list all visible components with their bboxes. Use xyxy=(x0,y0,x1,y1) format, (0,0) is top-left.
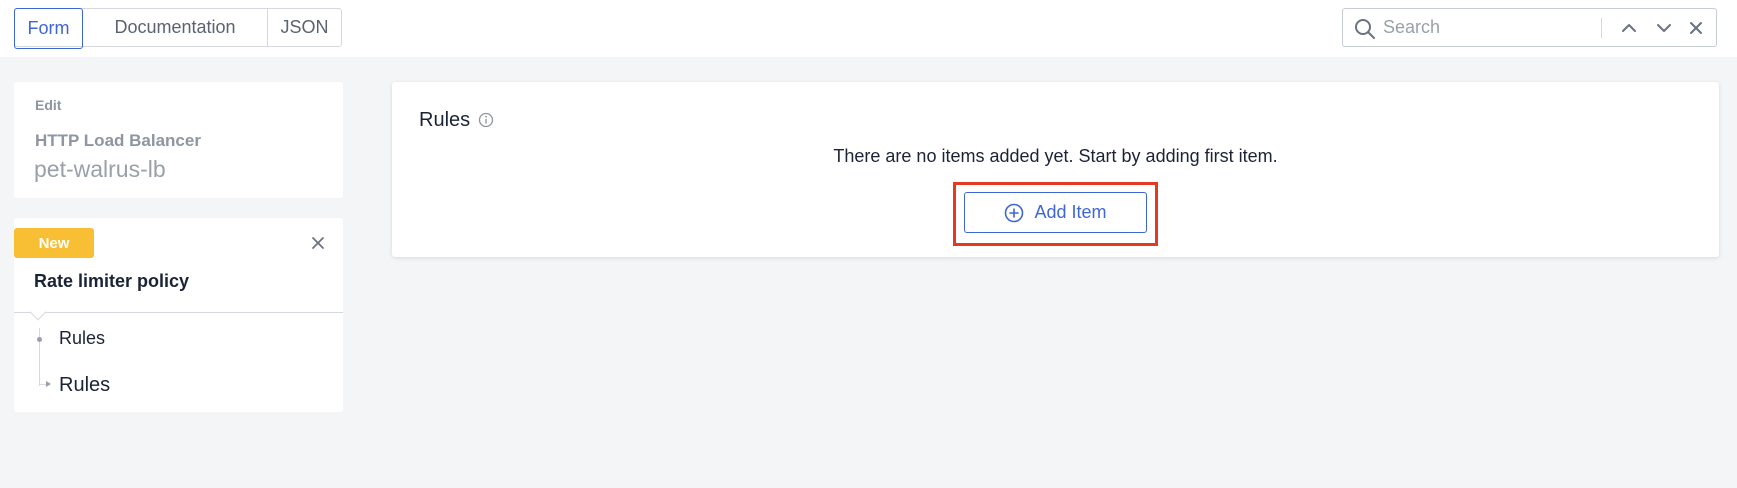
info-icon[interactable] xyxy=(478,112,494,128)
nav-item-rules[interactable]: Rules xyxy=(59,328,105,349)
view-tabs: Form Documentation JSON xyxy=(14,8,342,49)
chevron-down-icon xyxy=(1657,24,1671,32)
close-icon[interactable] xyxy=(310,235,326,251)
policy-title: Rate limiter policy xyxy=(34,271,190,291)
add-item-label: Add Item xyxy=(1034,202,1107,222)
tree-arrow-icon xyxy=(46,381,51,387)
close-icon xyxy=(1690,22,1702,34)
search-divider xyxy=(1601,18,1602,38)
search-previous-button[interactable] xyxy=(1618,17,1640,39)
top-bar: Form Documentation JSON xyxy=(0,0,1737,57)
tab-documentation[interactable]: Documentation xyxy=(83,9,268,46)
plus-circle-icon xyxy=(1005,203,1024,222)
edit-card: Edit HTTP Load Balancer pet-walrus-lb xyxy=(14,82,343,198)
edit-label: Edit xyxy=(35,97,62,113)
search-input[interactable] xyxy=(1383,15,1737,39)
empty-state-message: There are no items added yet. Start by a… xyxy=(833,146,1278,166)
object-name: pet-walrus-lb xyxy=(34,156,166,182)
rules-card: Rules There are no items added yet. Star… xyxy=(392,82,1719,257)
nav-item-rules-active[interactable]: Rules xyxy=(59,374,110,397)
tree-dot-icon xyxy=(37,337,42,342)
object-type: HTTP Load Balancer xyxy=(35,131,201,150)
search-box xyxy=(1342,8,1737,47)
search-icon xyxy=(1355,19,1375,39)
tab-form[interactable]: Form xyxy=(14,8,83,49)
add-item-button[interactable]: Add Item xyxy=(964,192,1147,233)
divider xyxy=(14,312,343,313)
divider-notch xyxy=(29,303,47,321)
chevron-up-icon xyxy=(1622,24,1636,32)
tab-json[interactable]: JSON xyxy=(268,9,341,46)
section-title: Rules xyxy=(419,109,471,131)
search-next-button[interactable] xyxy=(1653,17,1675,39)
search-close-button[interactable] xyxy=(1685,17,1707,39)
new-badge: New xyxy=(14,228,94,258)
policy-card: New Rate limiter policy Rules Rules xyxy=(14,218,343,412)
